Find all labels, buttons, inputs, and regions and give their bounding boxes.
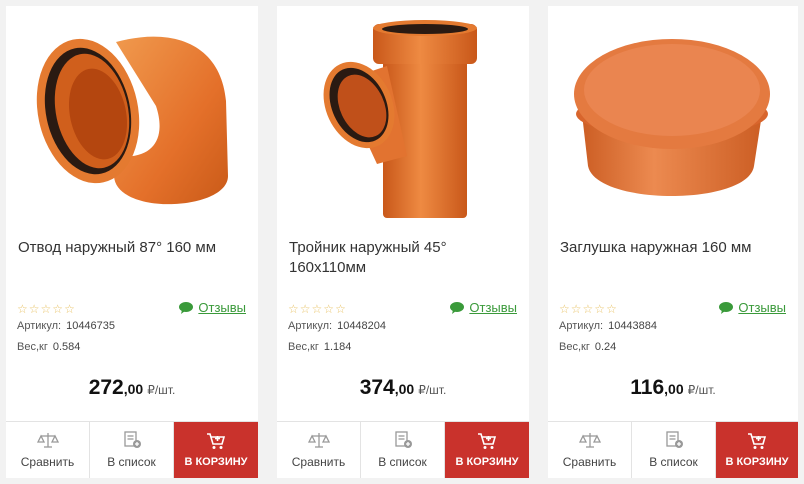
scales-icon	[307, 433, 330, 448]
price-unit: ₽/шт.	[418, 383, 447, 397]
star-icon: ☆	[17, 302, 29, 316]
sku-row: Артикул: 10448204	[288, 320, 386, 332]
star-icon: ☆	[582, 302, 595, 316]
price: 116,00 ₽/шт.	[548, 376, 798, 400]
list-add-icon	[123, 431, 141, 448]
list-label: В список	[649, 455, 698, 469]
compare-button[interactable]: Сравнить	[548, 422, 632, 478]
pipe-elbow-icon	[36, 36, 228, 205]
reviews-link[interactable]: Отзывы	[450, 300, 517, 315]
rating-stars[interactable]: ☆☆☆☆☆	[288, 302, 347, 316]
product-image[interactable]	[548, 6, 798, 224]
weight-row: Вес,кг 0.24	[559, 341, 616, 353]
star-icon: ☆	[288, 302, 300, 316]
sku-row: Артикул: 10443884	[559, 320, 657, 332]
scales-icon	[36, 433, 59, 448]
cart-label: В КОРЗИНУ	[725, 456, 789, 468]
add-to-list-button[interactable]: В список	[361, 422, 445, 478]
weight-value: 1.184	[323, 341, 352, 353]
action-bar: Сравнить В список В КОРЗИНУ	[548, 421, 798, 478]
reviews-label: Отзывы	[198, 300, 246, 315]
star-icon: ☆	[570, 302, 583, 316]
star-icon: ☆	[323, 302, 336, 316]
product-title[interactable]: Заглушка наружная 160 мм	[560, 238, 786, 258]
price-decimal: ,00	[123, 381, 144, 397]
scales-icon	[578, 433, 601, 448]
star-icon: ☆	[594, 302, 607, 316]
speech-bubble-icon	[719, 301, 734, 314]
action-bar: Сравнить В список В КОРЗИНУ	[277, 421, 529, 478]
product-title[interactable]: Отвод наружный 87° 160 мм	[18, 238, 246, 258]
price-unit: ₽/шт.	[687, 383, 716, 397]
weight-label: Вес,кг	[288, 341, 319, 353]
list-add-icon	[665, 431, 683, 448]
pipe-tee-icon	[323, 20, 477, 218]
compare-button[interactable]: Сравнить	[6, 422, 90, 478]
weight-label: Вес,кг	[17, 341, 48, 353]
star-icon: ☆	[335, 302, 347, 316]
product-card: Отвод наружный 87° 160 мм ☆☆☆☆☆ Отзывы А…	[6, 6, 258, 478]
product-card: Заглушка наружная 160 мм ☆☆☆☆☆ Отзывы Ар…	[548, 6, 798, 478]
reviews-link[interactable]: Отзывы	[179, 300, 246, 315]
sku-label: Артикул:	[17, 320, 62, 332]
price-unit: ₽/шт.	[147, 383, 176, 397]
action-bar: Сравнить В список В КОРЗИНУ	[6, 421, 258, 478]
price-integer: 272	[88, 376, 124, 399]
weight-row: Вес,кг 0.584	[17, 341, 80, 353]
reviews-label: Отзывы	[469, 300, 517, 315]
star-icon: ☆	[28, 302, 41, 316]
reviews-label: Отзывы	[738, 300, 786, 315]
speech-bubble-icon	[450, 301, 465, 314]
add-to-cart-button[interactable]: В КОРЗИНУ	[174, 422, 258, 478]
cart-icon	[478, 433, 497, 449]
sku-label: Артикул:	[288, 320, 333, 332]
star-icon: ☆	[559, 302, 571, 316]
reviews-link[interactable]: Отзывы	[719, 300, 786, 315]
product-card: Тройник наружный 45° 160х110мм ☆☆☆☆☆ Отз…	[277, 6, 529, 478]
price: 374,00 ₽/шт.	[277, 376, 529, 400]
list-label: В список	[378, 455, 427, 469]
compare-label: Сравнить	[291, 455, 346, 469]
price-integer: 374	[359, 376, 395, 399]
sku-label: Артикул:	[559, 320, 604, 332]
star-icon: ☆	[52, 302, 65, 316]
add-to-list-button[interactable]: В список	[90, 422, 174, 478]
sku-value: 10446735	[66, 320, 116, 332]
product-image[interactable]	[277, 6, 529, 224]
cart-icon	[748, 433, 767, 449]
star-icon: ☆	[40, 302, 53, 316]
sku-value: 10443884	[608, 320, 658, 332]
star-icon: ☆	[606, 302, 618, 316]
product-image[interactable]	[6, 6, 258, 224]
weight-row: Вес,кг 1.184	[288, 341, 351, 353]
pipe-cap-icon	[574, 39, 770, 196]
list-add-icon	[394, 431, 412, 448]
weight-label: Вес,кг	[559, 341, 590, 353]
cart-icon	[207, 433, 226, 449]
cart-label: В КОРЗИНУ	[455, 456, 519, 468]
speech-bubble-icon	[179, 301, 194, 314]
star-icon: ☆	[311, 302, 324, 316]
weight-value: 0.584	[52, 341, 81, 353]
add-to-cart-button[interactable]: В КОРЗИНУ	[445, 422, 529, 478]
price: 272,00 ₽/шт.	[6, 376, 258, 400]
list-label: В список	[107, 455, 156, 469]
sku-row: Артикул: 10446735	[17, 320, 115, 332]
price-decimal: ,00	[394, 381, 415, 397]
compare-label: Сравнить	[562, 455, 617, 469]
add-to-cart-button[interactable]: В КОРЗИНУ	[716, 422, 798, 478]
rating-stars[interactable]: ☆☆☆☆☆	[559, 302, 618, 316]
sku-value: 10448204	[337, 320, 387, 332]
product-title[interactable]: Тройник наружный 45° 160х110мм	[289, 238, 517, 278]
price-integer: 116	[630, 376, 665, 399]
compare-label: Сравнить	[20, 455, 75, 469]
rating-stars[interactable]: ☆☆☆☆☆	[17, 302, 76, 316]
star-icon: ☆	[299, 302, 312, 316]
weight-value: 0.24	[594, 341, 617, 353]
add-to-list-button[interactable]: В список	[632, 422, 716, 478]
cart-label: В КОРЗИНУ	[184, 456, 248, 468]
price-decimal: ,00	[664, 381, 684, 397]
compare-button[interactable]: Сравнить	[277, 422, 361, 478]
star-icon: ☆	[64, 302, 76, 316]
